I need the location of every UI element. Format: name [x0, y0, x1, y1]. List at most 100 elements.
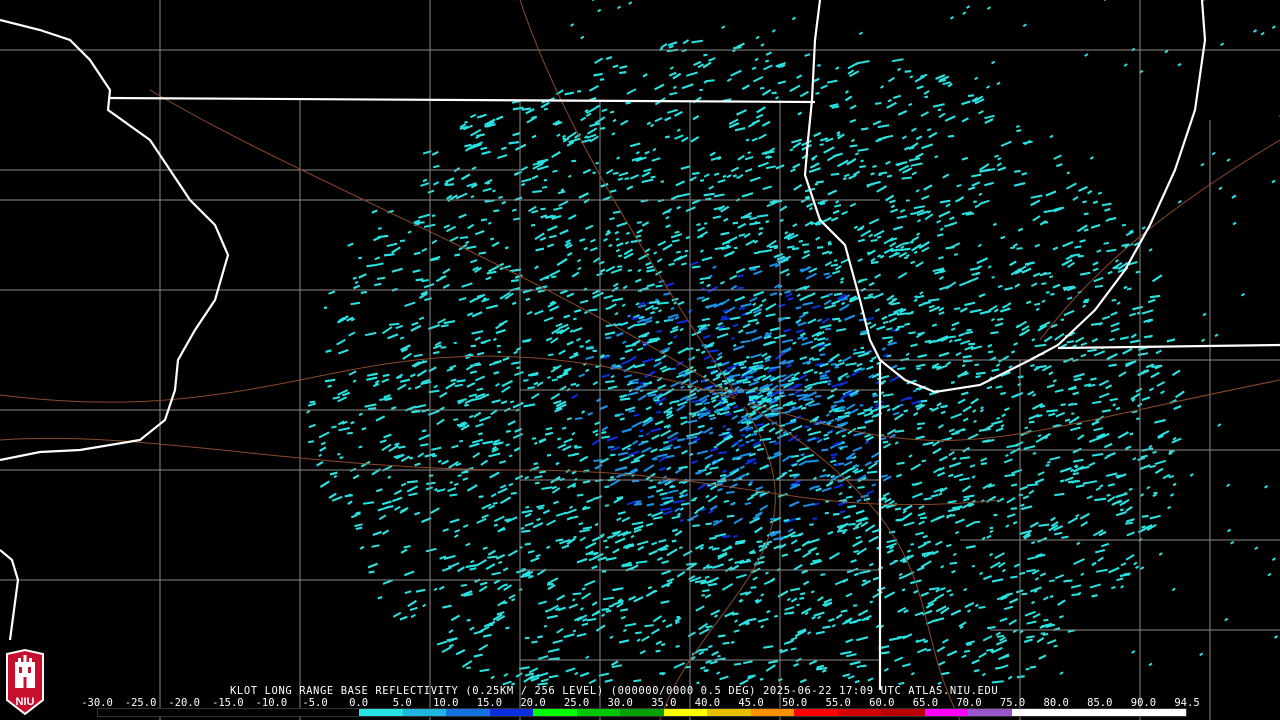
echo-streak	[396, 375, 402, 379]
echo-streak	[995, 666, 1000, 670]
echo-streak	[588, 557, 594, 562]
echo-streak	[669, 367, 676, 371]
echo-streak	[572, 592, 582, 596]
echo-streak	[699, 88, 703, 92]
echo-streak	[814, 395, 822, 398]
echo-streak	[898, 681, 905, 686]
echo-streak	[882, 320, 889, 325]
echo-streak	[560, 188, 565, 192]
echo-streak	[733, 343, 737, 348]
echo-streak	[730, 502, 736, 506]
echo-streak	[505, 443, 510, 447]
radar-map	[0, 0, 1280, 720]
echo-streak	[859, 332, 868, 336]
echo-streak	[765, 219, 770, 224]
echo-streak	[896, 461, 905, 465]
echo-streak	[533, 462, 539, 466]
echo-streak	[605, 336, 612, 340]
echo-streak	[967, 94, 975, 97]
echo-streak	[480, 146, 488, 151]
echo-streak	[453, 418, 459, 421]
echo-streak	[460, 583, 467, 587]
echo-streak	[428, 474, 434, 477]
echo-streak	[628, 409, 635, 413]
echo-streak	[845, 456, 853, 460]
echo-streak	[963, 649, 971, 653]
echo-streak	[1007, 302, 1012, 306]
echo-streak	[492, 501, 498, 505]
echo-streak	[1010, 575, 1018, 579]
echo-streak	[459, 439, 464, 443]
echo-streak	[1149, 294, 1161, 299]
echo-streak	[511, 208, 517, 212]
echo-streak	[478, 432, 483, 436]
echo-streak	[814, 371, 818, 374]
echo-streak	[361, 427, 367, 431]
echo-streak	[366, 264, 375, 268]
echo-streak	[1083, 298, 1090, 302]
echo-streak	[910, 211, 918, 216]
echo-streak	[745, 412, 757, 416]
echo-streak	[617, 265, 623, 268]
echo-streak	[1038, 523, 1050, 527]
echo-streak	[881, 651, 890, 655]
echo-streak	[800, 406, 807, 410]
echo-streak	[350, 420, 355, 425]
echo-streak	[788, 469, 793, 472]
echo-streak	[795, 517, 801, 521]
echo-streak	[1030, 541, 1036, 545]
echo-streak	[845, 495, 853, 499]
echo-streak	[333, 474, 338, 479]
echo-streak	[801, 243, 810, 246]
echo-streak	[525, 297, 531, 301]
echo-streak	[574, 417, 583, 421]
echo-streak	[1077, 254, 1084, 258]
echo-streak	[624, 177, 630, 180]
echo-streak	[882, 336, 893, 340]
echo-streak	[352, 276, 357, 280]
echo-streak	[764, 331, 769, 335]
echo-streak	[1042, 633, 1049, 636]
echo-streak	[722, 400, 729, 404]
echo-streak	[636, 221, 643, 224]
echo-streak	[552, 169, 558, 173]
echo-streak	[928, 587, 940, 591]
echo-streak	[492, 189, 496, 193]
echo-streak	[571, 598, 576, 602]
echo-streak	[722, 641, 730, 645]
echo-streak	[751, 433, 757, 436]
echo-streak	[627, 447, 631, 451]
echo-streak	[896, 312, 908, 316]
echo-streak	[542, 185, 548, 189]
echo-streak	[1111, 298, 1117, 302]
echo-streak	[459, 236, 469, 239]
echo-streak	[531, 115, 538, 119]
echo-streak	[703, 323, 711, 328]
echo-streak	[956, 183, 962, 188]
echo-streak	[830, 362, 837, 366]
echo-streak	[819, 353, 826, 357]
echo-streak	[633, 502, 643, 506]
echo-streak	[653, 457, 658, 461]
echo-streak	[646, 503, 655, 507]
echo-streak	[791, 247, 800, 251]
echo-streak	[652, 306, 659, 310]
echo-streak	[896, 367, 906, 371]
echo-streak	[882, 440, 889, 444]
echo-streak	[750, 586, 757, 589]
echo-streak	[1021, 592, 1028, 596]
echo-streak	[971, 564, 976, 568]
echo-streak	[816, 430, 822, 434]
echo-streak	[791, 483, 801, 487]
echo-streak	[464, 120, 468, 124]
echo-streak	[817, 246, 824, 249]
echo-streak	[803, 398, 814, 401]
echo-streak	[903, 409, 909, 413]
echo-streak	[737, 286, 744, 290]
echo-streak	[1016, 675, 1025, 679]
echo-streak	[923, 497, 932, 501]
echo-streak	[706, 365, 717, 369]
echo-streak	[734, 441, 739, 445]
echo-streak	[783, 518, 790, 522]
echo-streak	[1063, 579, 1069, 583]
